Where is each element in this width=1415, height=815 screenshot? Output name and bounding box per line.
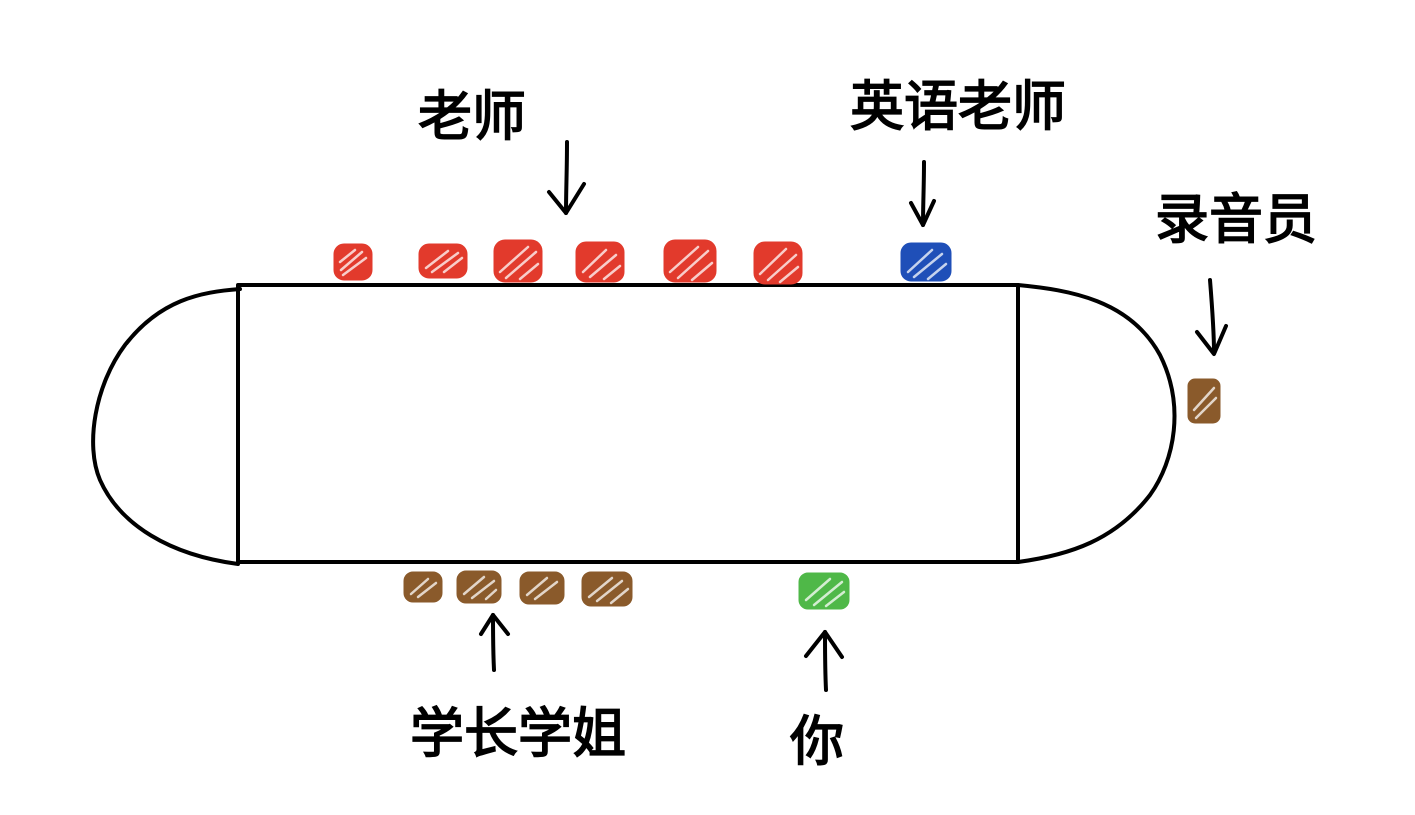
english-teacher-seat [900,242,952,282]
teacher-seat [753,241,803,285]
label-seniors: 学长学姐 [410,702,626,765]
senior-seat [519,571,565,605]
recorder-seat [1187,378,1221,424]
senior-seat [456,570,502,604]
arrow-to-you [804,630,844,692]
table-left-cap [91,287,242,566]
senior-seats [403,570,633,607]
arrow-to-recorder [1195,278,1228,356]
label-english-teacher: 英语老师 [850,75,1066,138]
senior-seat [403,571,443,603]
table-right-cap [1016,283,1177,564]
teacher-seat [663,239,717,283]
teacher-seat [418,243,468,279]
table-body [236,283,1020,564]
label-you: 你 [789,710,844,773]
teacher-seat [493,239,543,283]
teacher-seats [333,239,803,285]
label-teachers: 老师 [418,85,526,148]
you-seat [798,572,850,610]
seating-diagram: 老师 英语老师 录音员 学长学姐 你 [91,75,1317,773]
conference-table [91,283,1177,566]
arrow-to-teachers [547,140,586,215]
teacher-seat [333,243,373,281]
senior-seat [581,571,633,607]
arrow-to-seniors [479,613,510,672]
label-recorder: 录音员 [1155,188,1317,251]
teacher-seat [575,241,625,283]
arrow-to-english-teacher [909,160,936,227]
